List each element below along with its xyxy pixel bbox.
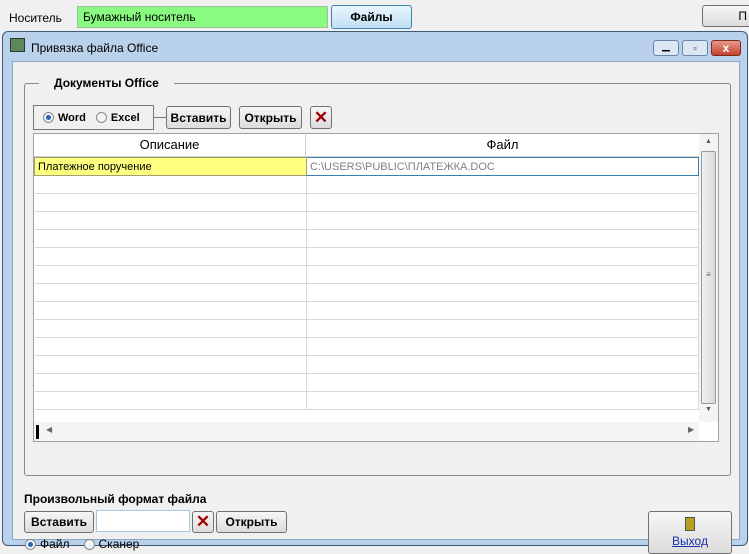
column-header-description[interactable]: Описание — [34, 134, 306, 156]
scroll-down-icon[interactable]: ▼ — [699, 406, 718, 413]
scroll-up-icon[interactable]: ▲ — [699, 134, 718, 150]
exit-door-icon — [685, 517, 695, 531]
custom-file-input[interactable] — [96, 510, 190, 532]
horizontal-scrollbar[interactable]: ◀ ▶ — [34, 422, 699, 441]
delete-icon[interactable]: ✕ — [310, 106, 332, 129]
open-button[interactable]: Открыть — [239, 106, 302, 129]
radio-scanner[interactable]: Сканер — [83, 537, 139, 551]
format-radio-group: Word Excel — [33, 105, 154, 130]
custom-insert-button[interactable]: Вставить — [24, 511, 94, 533]
column-header-file[interactable]: Файл — [306, 134, 699, 156]
exit-label: Выход — [672, 534, 708, 548]
partial-button[interactable]: П — [702, 5, 749, 27]
custom-delete-icon[interactable]: ✕ — [192, 511, 214, 533]
custom-open-button[interactable]: Открыть — [216, 511, 287, 533]
custom-format-title: Произвольный формат файла — [24, 492, 207, 506]
grid-body: Платежное поручение C:\USERS\PUBLIC\ПЛАТ… — [34, 157, 699, 410]
minimize-button[interactable]: ▁ — [653, 40, 679, 56]
group-title: Документы Office — [39, 76, 174, 90]
carrier-label: Носитель — [9, 11, 62, 25]
connector-line — [154, 117, 166, 118]
cell-description[interactable]: Платежное поручение — [34, 157, 307, 176]
scroll-thumb[interactable]: ≡ — [701, 151, 716, 404]
source-radio-group: Файл Сканер — [25, 537, 139, 551]
dialog-title: Привязка файла Office — [31, 41, 159, 55]
insert-button[interactable]: Вставить — [166, 106, 231, 129]
scroll-right-icon[interactable]: ▶ — [688, 425, 694, 434]
app-icon — [10, 38, 25, 52]
row-indicator — [36, 425, 39, 439]
exit-button[interactable]: Выход — [648, 511, 732, 554]
vertical-scrollbar[interactable]: ▲ ≡ ▼ — [699, 134, 718, 422]
table-row[interactable]: Платежное поручение C:\USERS\PUBLIC\ПЛАТ… — [34, 157, 699, 176]
maximize-button[interactable]: ▫ — [682, 40, 708, 56]
grid-header: Описание Файл — [34, 134, 699, 157]
radio-word[interactable]: Word — [43, 112, 86, 124]
dialog-client: Документы Office Word Excel Вставить Отк… — [12, 61, 740, 554]
close-button[interactable]: x — [711, 40, 741, 56]
documents-grid: Описание Файл Платежное поручение C:\USE… — [33, 133, 719, 442]
radio-excel[interactable]: Excel — [95, 112, 140, 124]
carrier-field[interactable]: Бумажный носитель — [77, 6, 328, 28]
files-button[interactable]: Файлы — [331, 5, 412, 29]
radio-file[interactable]: Файл — [25, 537, 70, 551]
scroll-left-icon[interactable]: ◀ — [46, 425, 52, 434]
cell-file[interactable]: C:\USERS\PUBLIC\ПЛАТЕЖКА.DOC — [306, 157, 699, 176]
dialog-window: Привязка файла Office ▁ ▫ x Документы Of… — [2, 31, 748, 554]
